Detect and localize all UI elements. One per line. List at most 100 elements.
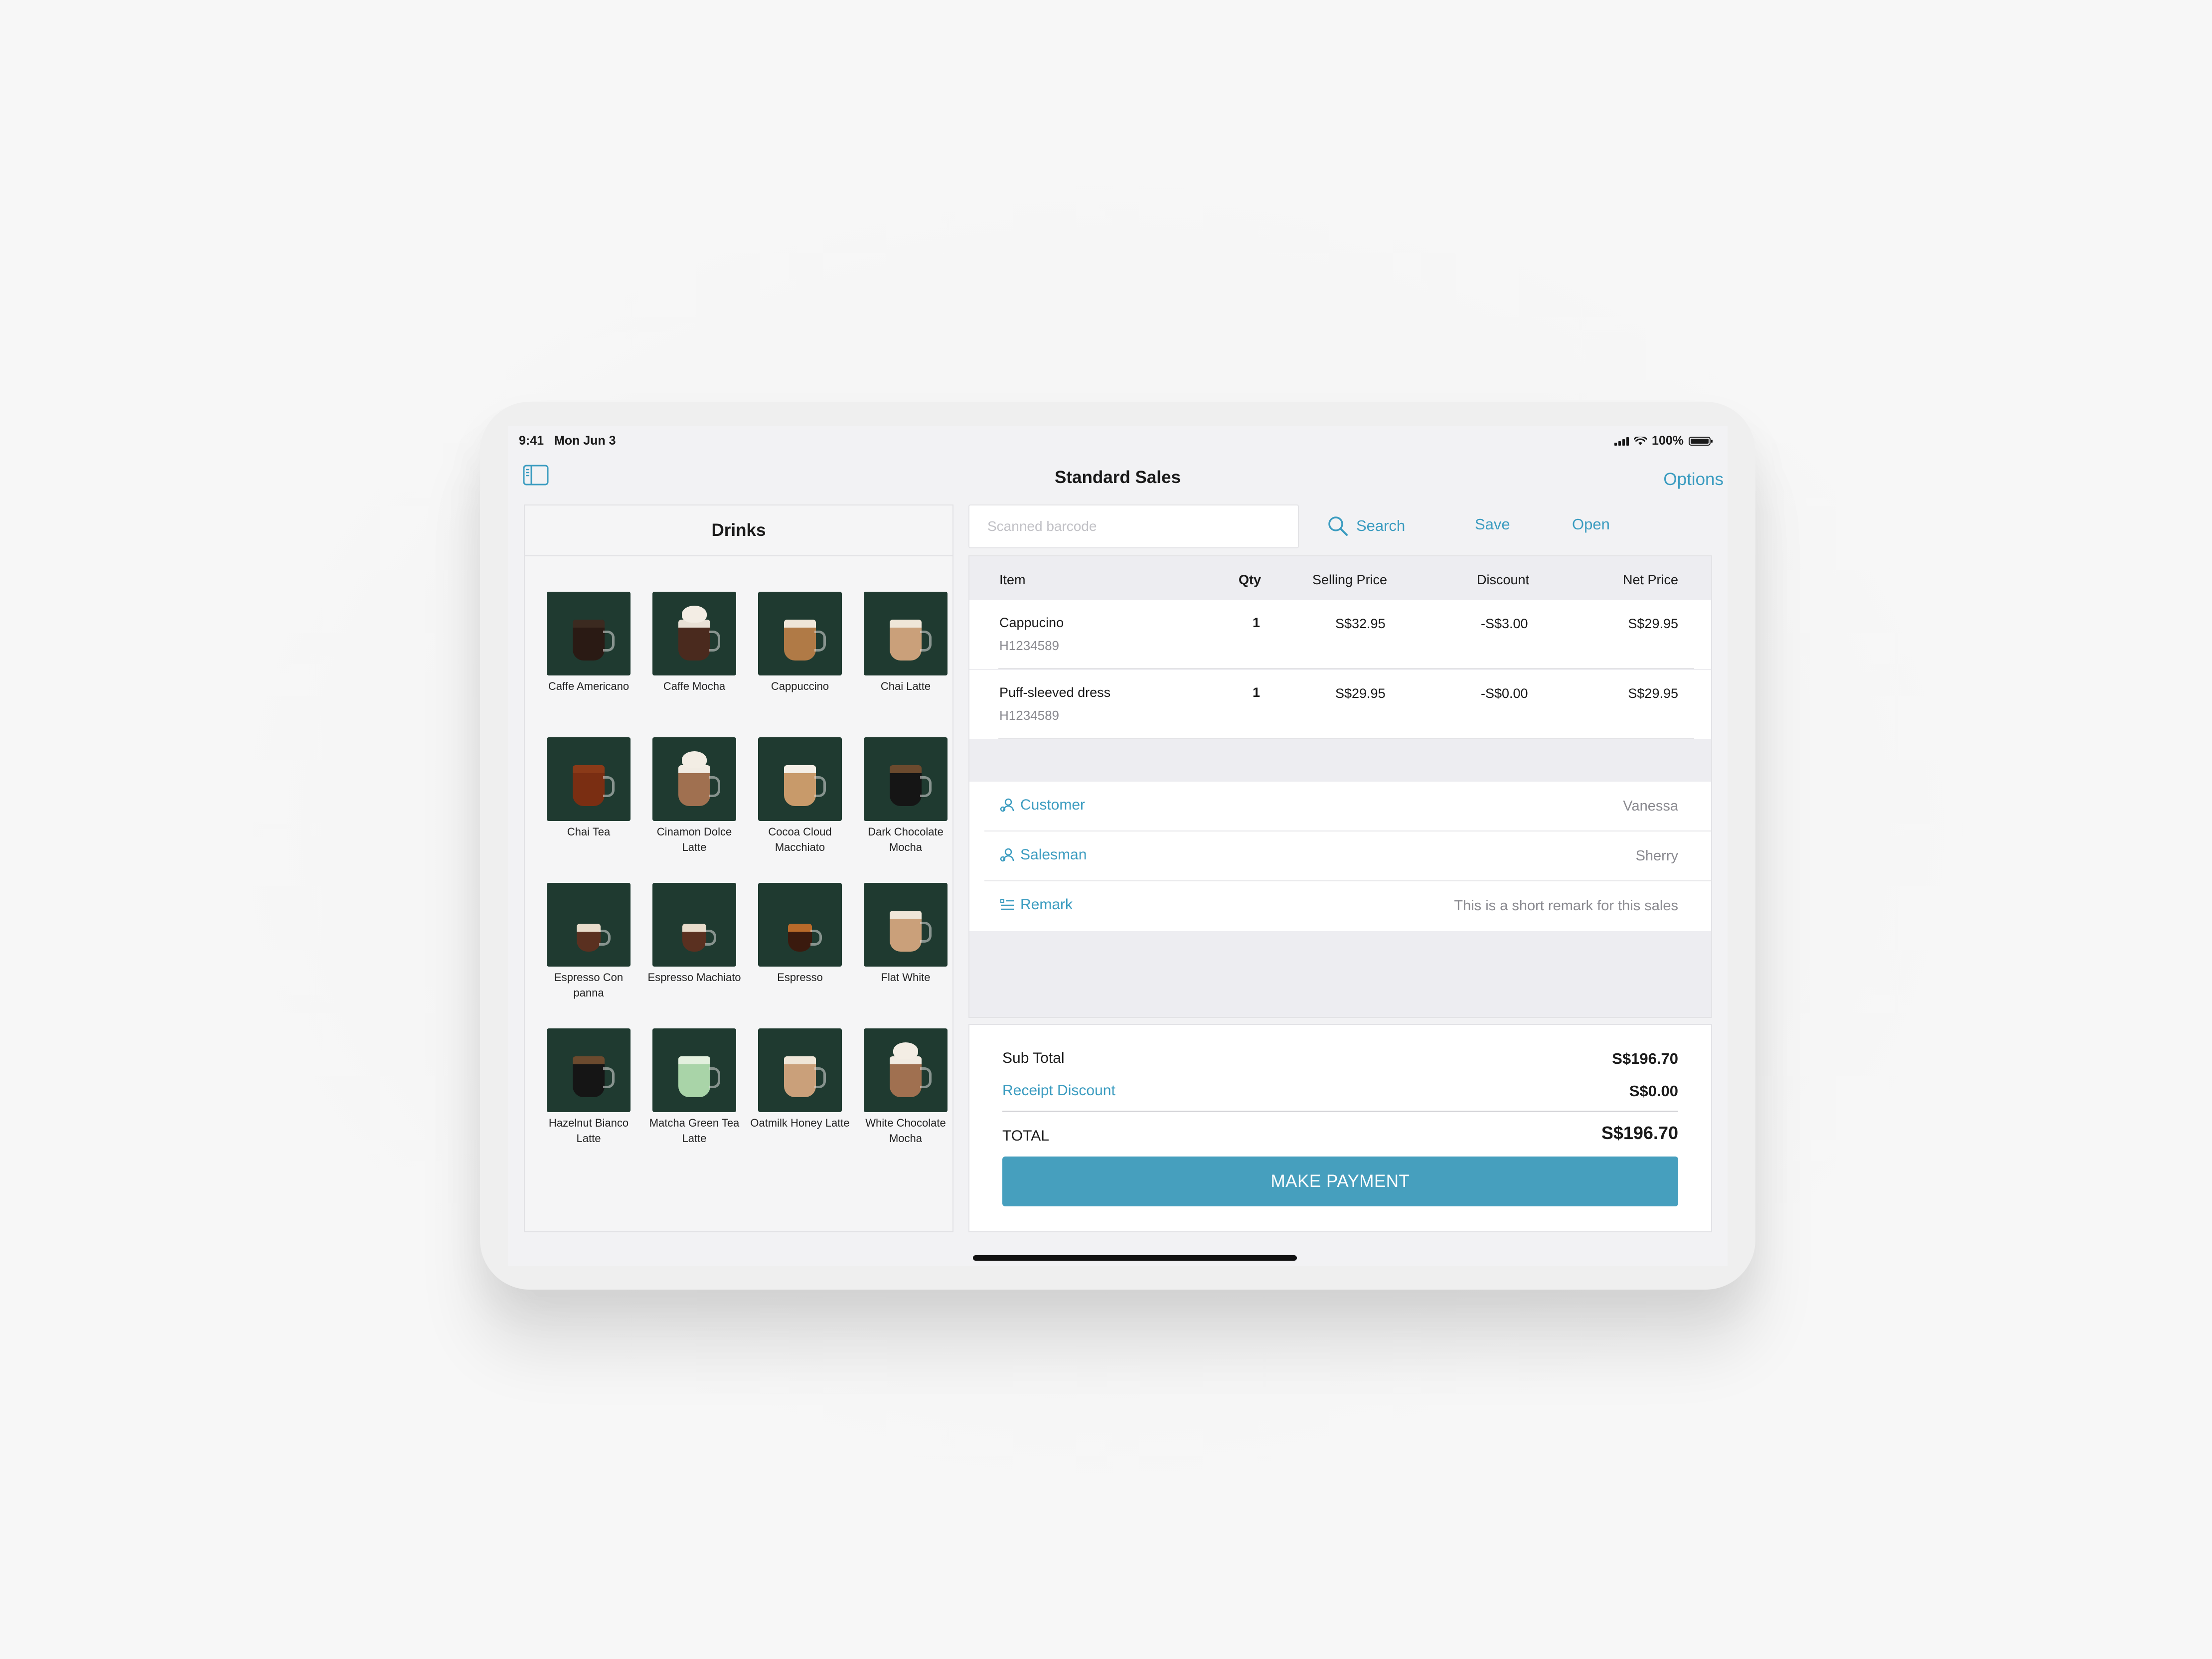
product-tile[interactable]: Espresso <box>747 883 853 1028</box>
product-tile[interactable]: Matcha Green Tea Latte <box>641 1028 747 1174</box>
column-discount: Discount <box>1477 572 1530 587</box>
product-image <box>547 1028 631 1112</box>
save-button[interactable]: Save <box>1475 515 1510 533</box>
table-header: Item Qty Selling Price Discount Net Pric… <box>969 556 1711 600</box>
customer-icon <box>1000 798 1014 812</box>
product-image <box>652 592 736 675</box>
options-button[interactable]: Options <box>1663 470 1724 490</box>
customer-label: Customer <box>999 797 1085 814</box>
salesman-label-text: Salesman <box>1020 846 1087 863</box>
cart-items-card: Item Qty Selling Price Discount Net Pric… <box>968 555 1712 1018</box>
product-tile[interactable]: White Chocolate Mocha <box>853 1028 958 1174</box>
row-item-sku: H1234589 <box>999 708 1059 723</box>
product-image <box>864 883 948 967</box>
search-label: Search <box>1356 517 1406 534</box>
product-name: White Chocolate Mocha <box>865 1117 946 1145</box>
salesman-label: Salesman <box>999 846 1087 863</box>
receipt-discount-value: S$0.00 <box>1629 1082 1678 1100</box>
open-button[interactable]: Open <box>1572 515 1610 533</box>
product-name: Chai Tea <box>567 826 611 838</box>
product-panel: Drinks Caffe Americano Caffe Mocha Cappucc… <box>524 504 953 1232</box>
product-tile[interactable]: Espresso Machiato <box>641 883 747 1028</box>
row-item-name: Puff-sleeved dress <box>999 685 1111 700</box>
wifi-icon <box>1634 436 1647 445</box>
tablet-device: 9:41 Mon Jun 3 100% Standard Sales Optio… <box>480 402 1755 1290</box>
customer-label-text: Customer <box>1020 797 1086 813</box>
product-tile[interactable]: Chai Tea <box>536 737 641 883</box>
signal-icon <box>1614 437 1629 446</box>
row-net-price: S$29.95 <box>1628 686 1678 701</box>
cup-icon <box>573 1056 615 1097</box>
product-name: Caffe Mocha <box>663 680 726 692</box>
row-qty: 1 <box>1253 685 1261 700</box>
row-discount: -S$3.00 <box>1481 616 1528 631</box>
product-name: Espresso <box>777 971 823 984</box>
status-time-date: 9:41 Mon Jun 3 <box>519 434 616 448</box>
customer-row[interactable]: Customer Vanessa <box>969 782 1711 831</box>
product-name: Cinamon Dolce Latte <box>656 826 732 853</box>
summary-divider <box>1002 1111 1678 1112</box>
product-name: Espresso Machiato <box>647 971 741 984</box>
search-button[interactable]: Search <box>1327 515 1405 536</box>
cup-icon <box>784 620 826 661</box>
sales-toolbar: Search Save Open <box>968 504 1716 549</box>
subtotal-label: Sub Total <box>1002 1050 1065 1066</box>
column-net-price: Net Price <box>1622 572 1678 587</box>
sale-details-list: Customer Vanessa Salesman Sherry Remark … <box>969 782 1711 931</box>
product-name: Hazelnut Bianco Latte <box>548 1117 629 1145</box>
barcode-field[interactable] <box>968 504 1299 548</box>
cup-icon <box>890 620 932 661</box>
product-tile[interactable]: Cocoa Cloud Macchiato <box>747 737 853 883</box>
page-title: Standard Sales <box>1055 468 1181 487</box>
subtotal-value: S$196.70 <box>1612 1050 1678 1067</box>
product-image <box>547 592 631 675</box>
product-name: Caffe Americano <box>548 680 630 692</box>
salesman-row[interactable]: Salesman Sherry <box>969 831 1711 881</box>
row-discount: -S$0.00 <box>1481 686 1528 701</box>
search-icon <box>1328 516 1348 536</box>
cup-icon <box>577 924 611 952</box>
row-divider <box>998 738 1694 739</box>
cup-icon <box>788 924 822 952</box>
row-item-sku: H1234589 <box>999 638 1059 653</box>
column-selling-price: Selling Price <box>1312 572 1388 587</box>
column-qty: Qty <box>1239 572 1262 587</box>
product-name: Chai Latte <box>880 680 931 692</box>
receipt-discount-link[interactable]: Receipt Discount <box>1002 1082 1115 1099</box>
product-image <box>758 883 842 967</box>
remark-row[interactable]: Remark This is a short remark for this s… <box>969 881 1711 931</box>
table-row[interactable]: Puff-sleeved dress H1234589 1 S$29.95 -S… <box>969 670 1711 739</box>
product-tile[interactable]: Flat White <box>853 883 958 1028</box>
total-value: S$196.70 <box>1601 1123 1678 1143</box>
product-tile[interactable]: Espresso Con panna <box>536 883 641 1028</box>
product-tile[interactable]: Cappuccino <box>747 592 853 737</box>
product-tile[interactable]: Caffe Americano <box>536 592 641 737</box>
column-item: Item <box>999 572 1026 587</box>
status-bar: 9:41 Mon Jun 3 100% <box>508 426 1728 458</box>
row-qty: 1 <box>1253 615 1261 630</box>
make-payment-button[interactable]: MAKE PAYMENT <box>1002 1157 1678 1206</box>
remark-label: Remark <box>999 896 1073 913</box>
product-name: Oatmilk Honey Latte <box>750 1117 850 1129</box>
product-tile[interactable]: Cinamon Dolce Latte <box>641 737 747 883</box>
product-image <box>652 737 736 821</box>
status-time: 9:41 <box>519 434 544 448</box>
cup-icon <box>678 1056 720 1097</box>
product-tile[interactable]: Caffe Mocha <box>641 592 747 737</box>
product-tile[interactable]: Oatmilk Honey Latte <box>747 1028 853 1174</box>
barcode-input[interactable] <box>986 518 1287 535</box>
product-image <box>758 1028 842 1112</box>
cup-icon <box>890 911 932 952</box>
product-image <box>758 592 842 675</box>
product-tile[interactable]: Chai Latte <box>853 592 958 737</box>
total-label: TOTAL <box>1002 1128 1049 1144</box>
product-tile[interactable]: Dark Chocolate Mocha <box>853 737 958 883</box>
remark-label-text: Remark <box>1020 896 1073 913</box>
product-name: Flat White <box>881 971 931 984</box>
product-name: Matcha Green Tea Latte <box>649 1117 740 1145</box>
table-row[interactable]: Cappucino H1234589 1 S$32.95 -S$3.00 S$2… <box>969 600 1711 669</box>
row-item-name: Cappucino <box>999 615 1064 630</box>
cup-icon <box>678 620 720 661</box>
tablet-screen: 9:41 Mon Jun 3 100% Standard Sales Optio… <box>508 426 1728 1266</box>
product-tile[interactable]: Hazelnut Bianco Latte <box>536 1028 641 1174</box>
